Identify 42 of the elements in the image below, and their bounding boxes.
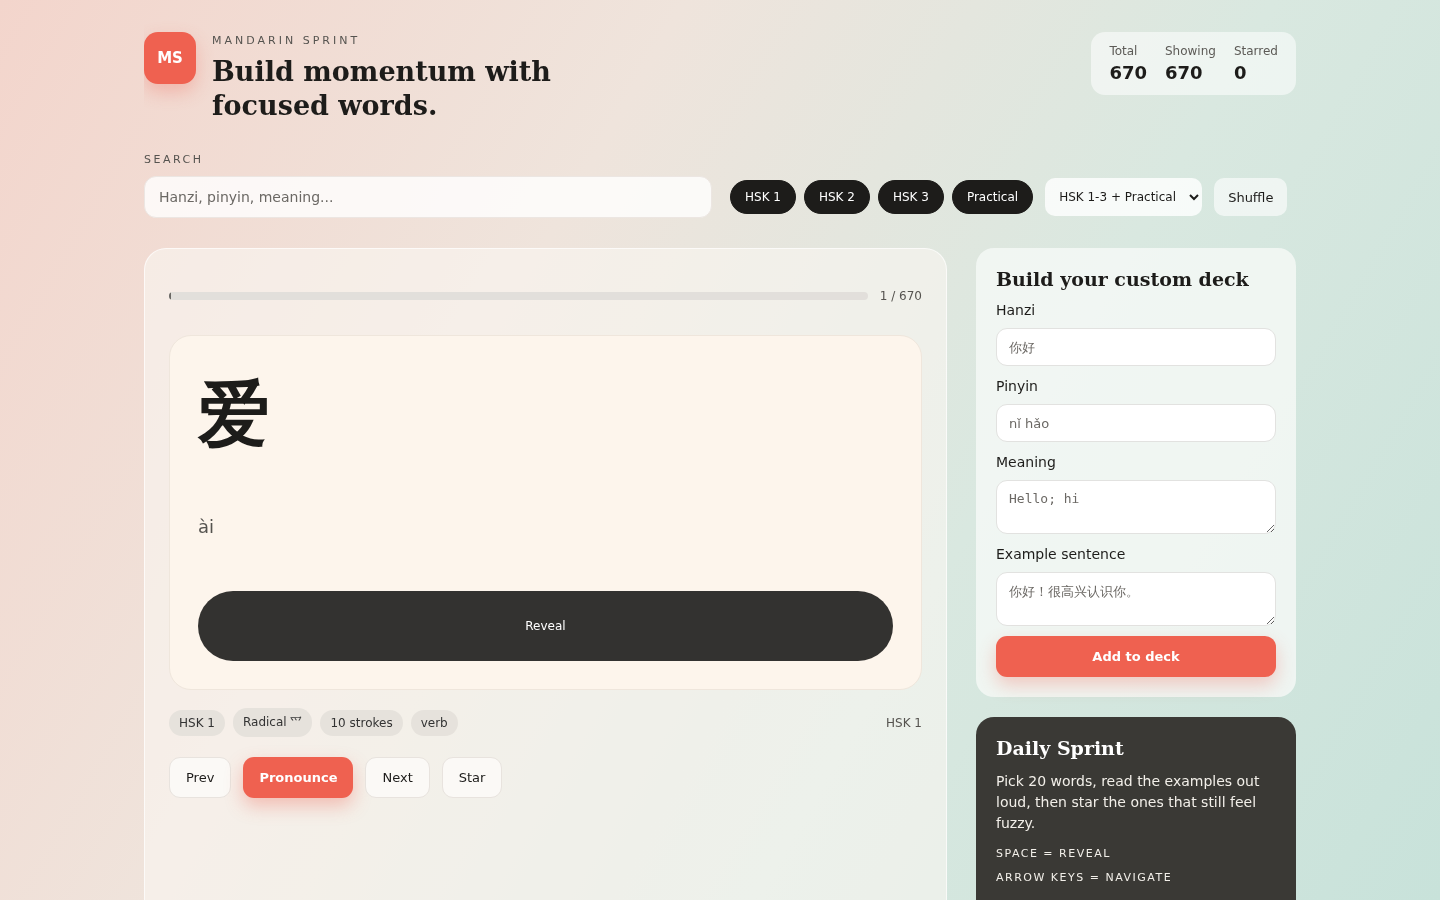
card-text: Pick 20 words, read the examples out loud, then star the ones that still feel fuzzy. — [996, 772, 1261, 833]
stat-label: Total — [1109, 44, 1139, 58]
shortcut-hint: SPACE = REVEAL — [996, 846, 1112, 862]
text-area[interactable]: 你好！很高兴认识你。 — [996, 572, 1276, 626]
word-tag: verb — [410, 709, 458, 736]
stat-value: 0 — [1233, 62, 1248, 83]
word-tag: 10 strokes — [320, 709, 403, 736]
card-title: Daily Sprint — [996, 737, 1125, 759]
stat-label: Showing — [1165, 44, 1216, 58]
hanzi-character: 爱 — [198, 372, 271, 456]
reveal-button[interactable]: Reveal — [198, 591, 893, 661]
action-button[interactable]: Next — [365, 757, 430, 798]
action-button[interactable]: Star — [441, 757, 503, 798]
stat-value: 670 — [1109, 62, 1147, 83]
level-label: HSK 1 — [886, 715, 922, 730]
filter-chip[interactable]: HSK 3 — [877, 180, 944, 214]
search-field[interactable]: Hanzi, pinyin, meaning... — [144, 176, 712, 218]
field-label: Meaning — [996, 454, 1057, 470]
shortcut-hint: ARROW KEYS = NAVIGATE — [996, 870, 1174, 886]
app-logo: MS — [144, 32, 196, 84]
field-label: Hanzi — [996, 302, 1037, 318]
page-title: Build momentum with focused words. — [212, 55, 552, 123]
text-area[interactable]: Hello; hi — [996, 480, 1276, 534]
progress-reading: 1 / 670 — [879, 289, 922, 303]
app-name: MANDARIN SPRINT — [212, 34, 362, 47]
deck-select[interactable]: HSK 1-3 + Practical — [1045, 178, 1203, 216]
action-button[interactable]: Prev — [169, 757, 232, 798]
filter-chip[interactable]: HSK 2 — [803, 180, 870, 214]
input-field[interactable]: nǐ hǎo — [996, 404, 1276, 442]
input-field[interactable]: 你好 — [996, 328, 1276, 366]
panel-title: Build your custom deck — [996, 268, 1250, 290]
filter-chip[interactable]: Practical — [951, 180, 1034, 214]
filter-chip[interactable]: HSK 1 — [730, 180, 796, 214]
word-tag: Radical 爫 — [232, 708, 313, 737]
stat-value: 670 — [1165, 62, 1204, 83]
field-label: Pinyin — [996, 378, 1039, 394]
word-tag: HSK 1 — [169, 709, 225, 736]
search-label: SEARCH — [144, 153, 205, 166]
stat-label: Starred — [1233, 44, 1278, 58]
field-label: Example sentence — [996, 546, 1127, 562]
pinyin-text: ài — [198, 516, 216, 537]
shuffle-button[interactable]: Shuffle — [1214, 178, 1288, 216]
